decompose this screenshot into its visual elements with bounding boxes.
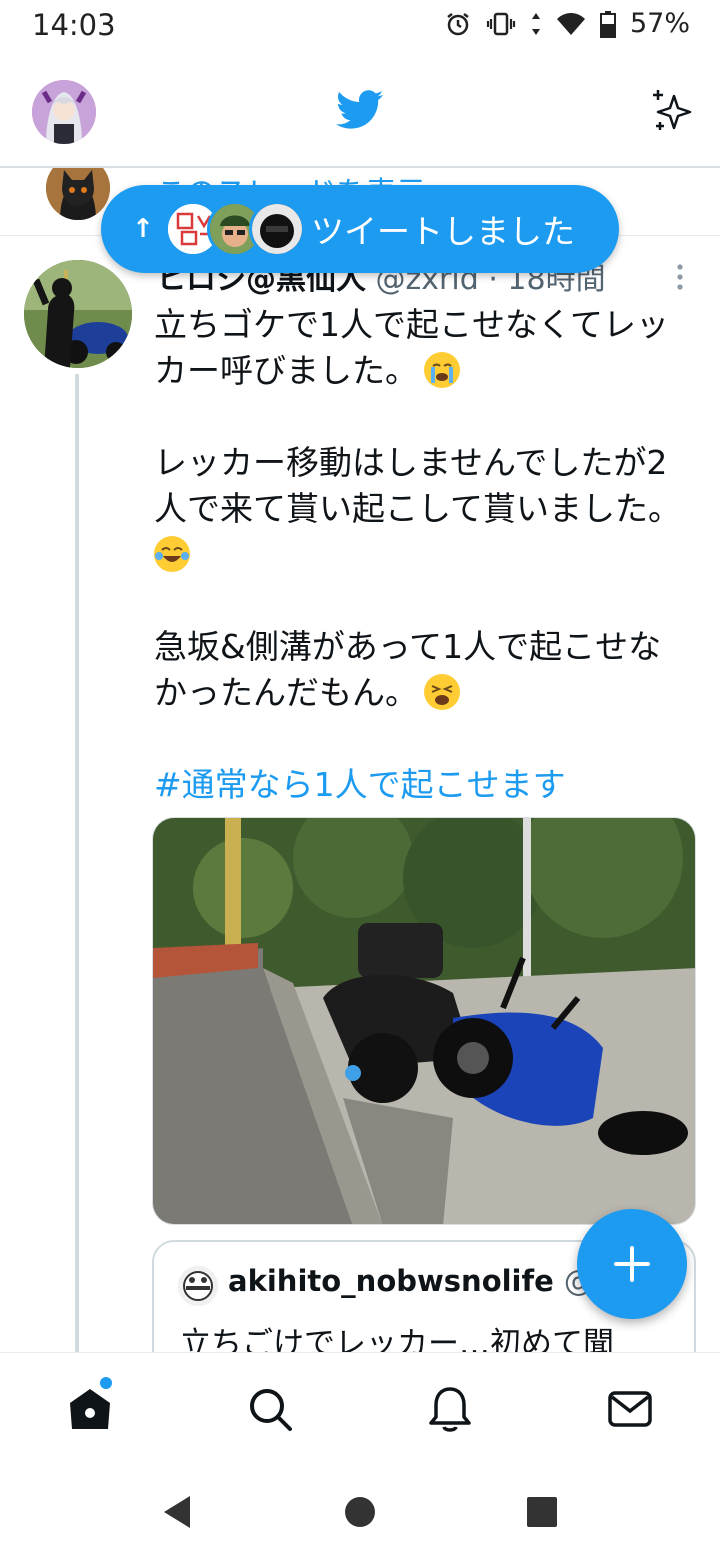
hashtag-link[interactable]: #通常なら1人で起こせます [154,762,694,808]
profile-avatar[interactable] [32,80,96,144]
home-circle-icon[interactable] [342,1494,378,1530]
tweet-text: 立ちゴケで1人で起こせなくてレッ カー呼びました。 レッカー移動はしませんでした… [154,302,694,808]
new-tweets-label: ツイートしました [311,212,575,251]
search-icon[interactable] [246,1385,294,1433]
quoted-author-avatar [178,1266,218,1306]
battery-icon [599,10,616,38]
tweet-line: 急坂&側溝があって1人で起こせな [154,627,662,666]
twitter-bird-icon[interactable] [336,90,384,130]
back-icon[interactable] [160,1494,196,1530]
home-icon[interactable] [66,1385,114,1433]
tears-of-joy-icon [154,536,190,572]
data-arrows-icon [531,12,540,35]
compose-tweet-button[interactable] [577,1209,687,1319]
tweet-line: かったんだもん。 [154,673,418,712]
plus-icon [614,1246,650,1282]
messages-icon[interactable] [606,1385,654,1433]
recents-icon[interactable] [524,1494,560,1530]
pill-avatar-3 [249,201,305,257]
loudly-crying-face-icon [424,352,460,388]
thread-connector-line [75,374,79,1354]
vibrate-icon [486,12,516,35]
alarm-icon [447,12,469,35]
notifications-icon[interactable] [426,1385,474,1433]
system-navigation [0,1464,720,1560]
new-tweets-pill[interactable]: ↑ ツイートしました [101,185,619,273]
thread-author-avatar[interactable] [46,168,110,220]
status-icons: 57% [444,8,690,39]
wifi-icon [556,12,585,35]
quoted-author-name: akihito_nobwsnolife [228,1264,554,1298]
tweet-line: 立ちゴケで1人で起こせなくてレッ [154,305,670,344]
status-bar: 14:03 57% [0,0,720,52]
tweet-line: カー呼びました。 [154,351,418,390]
tweet-line: レッカー移動はしませんでしたが2 [154,443,668,482]
sparkle-icon[interactable] [648,88,694,134]
home-notification-dot [100,1377,112,1389]
bottom-navigation [0,1352,720,1464]
top-header [0,52,720,168]
tweet-author-avatar[interactable] [24,260,132,368]
battery-percent: 57% [629,8,690,39]
status-time: 14:03 [32,8,116,42]
tweet-photo[interactable] [152,817,696,1225]
weary-face-icon [424,674,460,710]
more-options-icon[interactable] [670,262,690,292]
tweet-line: 人で来て貰い起こして貰いました。 [154,489,682,528]
pill-avatars [165,201,305,257]
quoted-author-line: akihito_nobwsnolife @... [228,1264,621,1298]
arrow-up-icon: ↑ [132,214,154,244]
